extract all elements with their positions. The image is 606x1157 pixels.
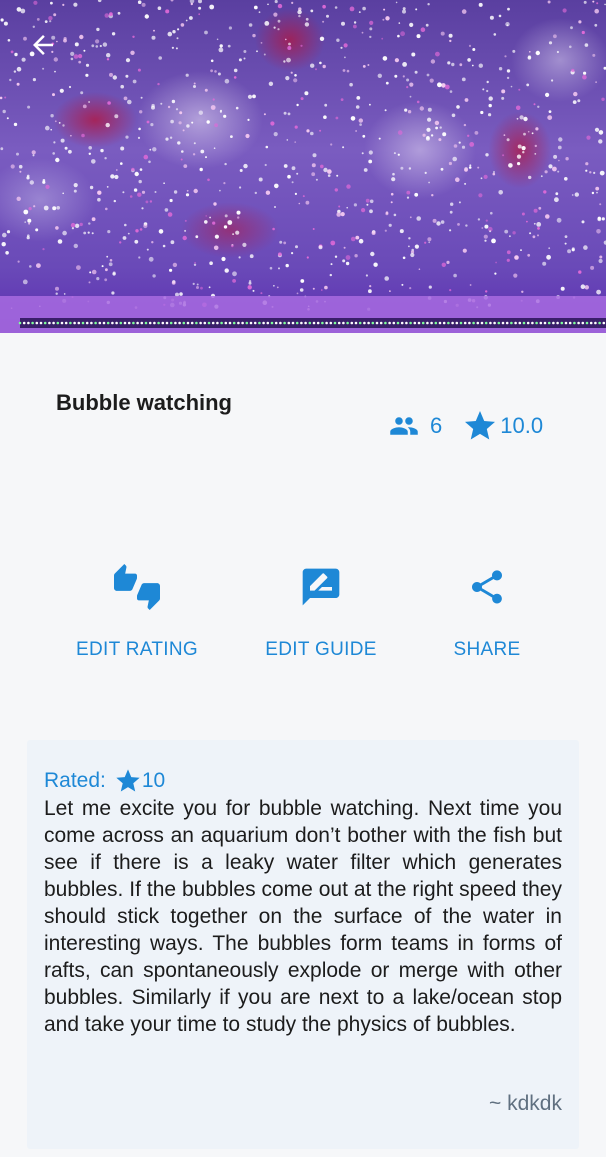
participants-count: 6	[384, 411, 442, 441]
share-button[interactable]: SHARE	[387, 560, 587, 670]
edit-rating-button[interactable]: EDIT RATING	[37, 560, 237, 670]
share-icon	[472, 570, 502, 604]
people-icon	[390, 417, 418, 435]
participants-value: 6	[430, 413, 443, 438]
action-bar: EDIT RATING EDIT GUIDE SHARE	[0, 560, 606, 670]
arrow-left-icon	[33, 35, 53, 55]
rate-review-icon	[302, 568, 340, 606]
star-icon	[116, 769, 140, 792]
header-image	[0, 0, 606, 333]
rated-value: 10	[141, 769, 166, 792]
share-label: SHARE	[453, 639, 521, 660]
review-author: ~ kdkdk	[489, 1092, 562, 1115]
rated-label: Rated:	[44, 769, 106, 792]
star-icon	[465, 411, 496, 440]
bubble-texture	[0, 0, 606, 333]
rating-value: 10.0	[500, 413, 544, 438]
review-card: Rated: 10 Let me excite you for bubble w…	[27, 740, 579, 1149]
back-button[interactable]	[28, 30, 68, 70]
edit-rating-label: EDIT RATING	[76, 639, 198, 660]
activity-title: Bubble watching	[56, 390, 232, 415]
review-text: Let me excite you for bubble watching. N…	[44, 797, 562, 1036]
rated-row: Rated: 10	[44, 767, 165, 795]
edit-guide-label: EDIT GUIDE	[265, 639, 377, 660]
rating-average: 10.0	[462, 408, 543, 444]
activity-stats: 6 10.0	[384, 408, 543, 444]
thumbs-up-down-icon	[114, 564, 160, 610]
